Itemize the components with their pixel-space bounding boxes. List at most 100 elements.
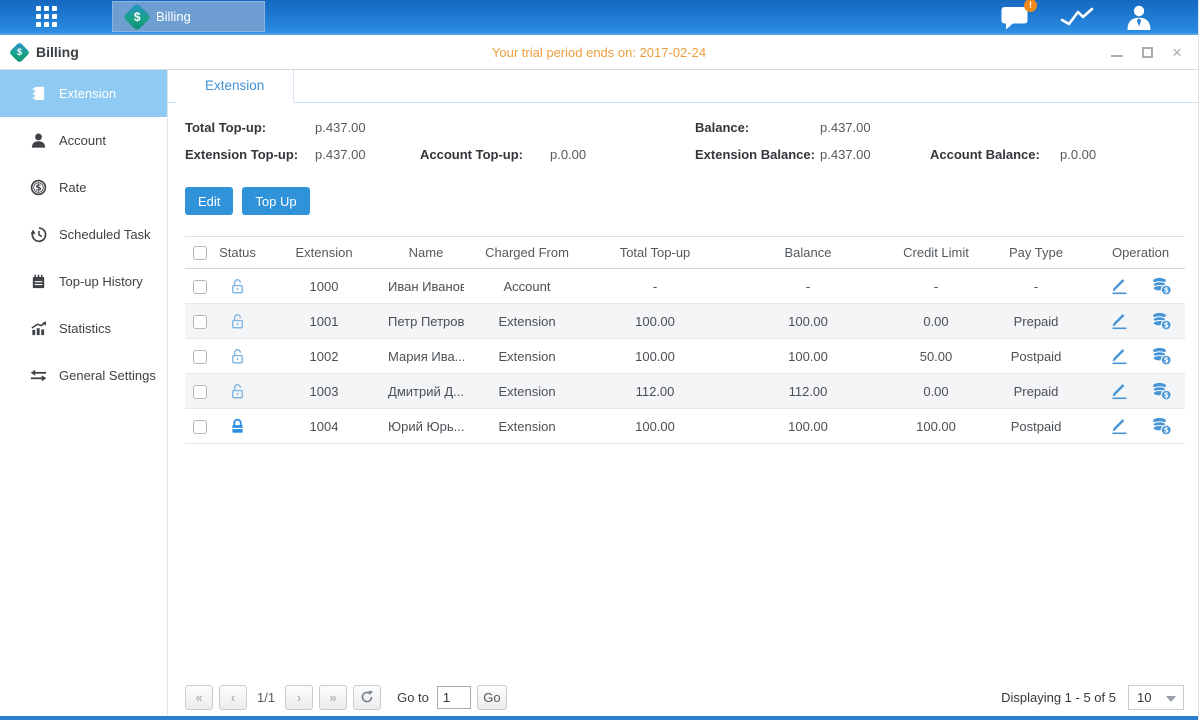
goto-page-input[interactable] bbox=[437, 686, 471, 709]
extension-topup-value: p.437.00 bbox=[315, 147, 420, 162]
top-up-row-icon[interactable]: $ bbox=[1151, 312, 1172, 331]
sidebar-item-account[interactable]: Account bbox=[0, 117, 167, 164]
main-content: Extension Total Top-up: p.437.00 Balance… bbox=[168, 70, 1198, 716]
balance-cell: 112.00 bbox=[720, 374, 896, 409]
row-checkbox[interactable] bbox=[193, 420, 207, 434]
edit-row-icon[interactable] bbox=[1110, 382, 1129, 400]
goto-label: Go to bbox=[397, 690, 429, 705]
charged-from-cell: Account bbox=[464, 269, 590, 304]
apps-grid-icon[interactable] bbox=[36, 6, 57, 27]
credit-limit-cell: - bbox=[896, 269, 976, 304]
top-up-row-icon[interactable]: $ bbox=[1151, 382, 1172, 401]
extension-cell: 1004 bbox=[260, 409, 388, 444]
minimize-button[interactable] bbox=[1110, 46, 1124, 60]
sidebar-item-label: Scheduled Task bbox=[59, 227, 151, 242]
edit-row-icon[interactable] bbox=[1110, 417, 1129, 435]
col-status: Status bbox=[215, 237, 260, 269]
col-total-topup: Total Top-up bbox=[590, 237, 720, 269]
credit-limit-cell: 0.00 bbox=[896, 304, 976, 339]
next-page-button[interactable]: › bbox=[285, 685, 313, 710]
sidebar-item-general-settings[interactable]: General Settings bbox=[0, 352, 167, 399]
maximize-button[interactable] bbox=[1140, 46, 1154, 60]
app-tab-label: Billing bbox=[156, 9, 191, 24]
refresh-icon bbox=[360, 690, 374, 704]
tab-bar: Extension bbox=[168, 70, 1198, 103]
sidebar: Extension Account $ Rate bbox=[0, 70, 168, 716]
account-topup-label: Account Top-up: bbox=[420, 147, 550, 162]
first-page-button[interactable]: « bbox=[185, 685, 213, 710]
row-checkbox[interactable] bbox=[193, 385, 207, 399]
sidebar-item-label: Statistics bbox=[59, 321, 111, 336]
extension-balance-value: p.437.00 bbox=[820, 147, 930, 162]
col-credit-limit: Credit Limit bbox=[896, 237, 976, 269]
sidebar-item-label: Account bbox=[59, 133, 106, 148]
extension-cell: 1003 bbox=[260, 374, 388, 409]
billing-app-tab[interactable]: $ Billing bbox=[112, 1, 265, 32]
table-header-row: Status Extension Name Charged From Total… bbox=[185, 237, 1185, 269]
svg-text:$: $ bbox=[35, 184, 41, 194]
charged-from-cell: Extension bbox=[464, 304, 590, 339]
sidebar-item-label: Extension bbox=[59, 86, 116, 101]
prev-page-button[interactable]: ‹ bbox=[219, 685, 247, 710]
messages-icon[interactable]: ! bbox=[1000, 5, 1030, 30]
edit-row-icon[interactable] bbox=[1110, 347, 1129, 365]
extension-cell: 1001 bbox=[260, 304, 388, 339]
svg-text:$: $ bbox=[1163, 390, 1168, 399]
tab-extension[interactable]: Extension bbox=[176, 70, 294, 103]
reports-chart-icon[interactable] bbox=[1060, 6, 1094, 30]
table-row[interactable]: 1002Мария Ива...Extension100.00100.0050.… bbox=[185, 339, 1185, 374]
svg-text:$: $ bbox=[1163, 355, 1168, 364]
extension-cell: 1002 bbox=[260, 339, 388, 374]
svg-text:$: $ bbox=[1163, 320, 1168, 329]
sidebar-item-topup-history[interactable]: Top-up History bbox=[0, 258, 167, 305]
sidebar-item-scheduled-task[interactable]: Scheduled Task bbox=[0, 211, 167, 258]
sidebar-item-statistics[interactable]: Statistics bbox=[0, 305, 167, 352]
extension-topup-label: Extension Top-up: bbox=[185, 147, 315, 162]
top-up-button[interactable]: Top Up bbox=[242, 187, 309, 215]
top-up-row-icon[interactable]: $ bbox=[1151, 277, 1172, 296]
status-lock-icon bbox=[228, 417, 247, 432]
balance-cell: - bbox=[720, 269, 896, 304]
account-balance-value: p.0.00 bbox=[1060, 147, 1184, 162]
total-topup-cell: - bbox=[590, 269, 720, 304]
row-checkbox[interactable] bbox=[193, 315, 207, 329]
top-up-row-icon[interactable]: $ bbox=[1151, 347, 1172, 366]
table-row[interactable]: 1003Дмитрий Д...Extension112.00112.000.0… bbox=[185, 374, 1185, 409]
balance-cell: 100.00 bbox=[720, 304, 896, 339]
row-checkbox[interactable] bbox=[193, 350, 207, 364]
row-checkbox[interactable] bbox=[193, 280, 207, 294]
status-lock-icon bbox=[228, 277, 247, 292]
close-button[interactable]: × bbox=[1170, 46, 1184, 60]
top-up-row-icon[interactable]: $ bbox=[1151, 417, 1172, 436]
col-name: Name bbox=[388, 237, 464, 269]
user-account-icon[interactable] bbox=[1124, 4, 1154, 31]
table-row[interactable]: 1001Петр ПетровExtension100.00100.000.00… bbox=[185, 304, 1185, 339]
displaying-text: Displaying 1 - 5 of 5 bbox=[1001, 690, 1116, 705]
credit-limit-cell: 50.00 bbox=[896, 339, 976, 374]
sidebar-item-rate[interactable]: $ Rate bbox=[0, 164, 167, 211]
total-topup-cell: 100.00 bbox=[590, 409, 720, 444]
pagination-bar: « ‹ 1/1 › » Go to Go Displaying 1 - 5 of… bbox=[185, 683, 1184, 711]
name-cell: Мария Ива... bbox=[388, 339, 464, 374]
select-all-checkbox[interactable] bbox=[193, 246, 207, 260]
page-size-select[interactable]: 10 bbox=[1128, 685, 1184, 710]
charged-from-cell: Extension bbox=[464, 409, 590, 444]
pay-type-cell: Prepaid bbox=[976, 304, 1096, 339]
sidebar-item-extension[interactable]: Extension bbox=[0, 70, 167, 117]
name-cell: Дмитрий Д... bbox=[388, 374, 464, 409]
notepad-icon bbox=[30, 273, 47, 290]
table-row[interactable]: 1004Юрий Юрь...Extension100.00100.00100.… bbox=[185, 409, 1185, 444]
refresh-button[interactable] bbox=[353, 685, 381, 710]
billing-title-icon: $ bbox=[9, 41, 30, 62]
edit-row-icon[interactable] bbox=[1110, 312, 1129, 330]
billing-diamond-icon: $ bbox=[123, 2, 151, 30]
edit-button[interactable]: Edit bbox=[185, 187, 233, 215]
total-topup-cell: 100.00 bbox=[590, 339, 720, 374]
last-page-button[interactable]: » bbox=[319, 685, 347, 710]
balance-value: p.437.00 bbox=[820, 120, 930, 135]
edit-row-icon[interactable] bbox=[1110, 277, 1129, 295]
go-button[interactable]: Go bbox=[477, 685, 507, 710]
total-topup-cell: 112.00 bbox=[590, 374, 720, 409]
sidebar-item-label: Rate bbox=[59, 180, 86, 195]
table-row[interactable]: 1000Иван ИвановAccount----$ bbox=[185, 269, 1185, 304]
